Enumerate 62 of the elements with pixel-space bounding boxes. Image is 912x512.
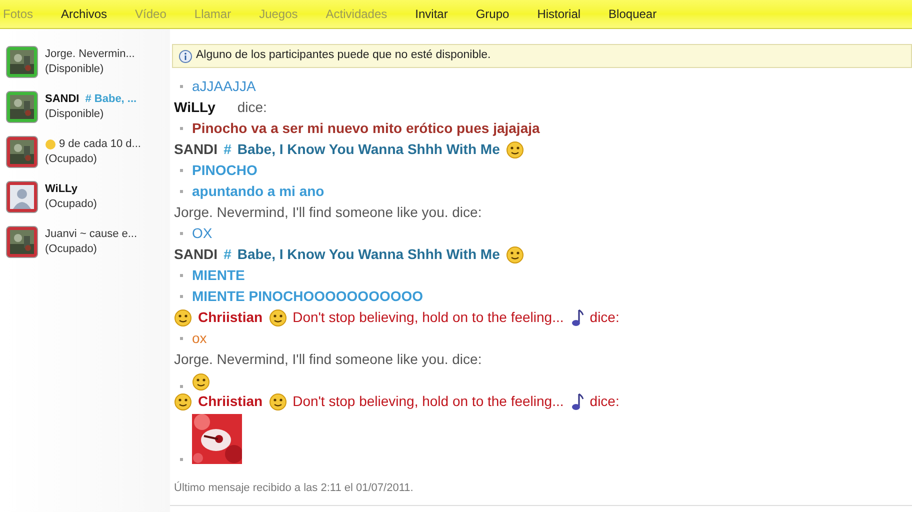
contact-status: (Ocupado) [45, 152, 98, 167]
emoticon-icon [268, 392, 287, 410]
bullet-icon [180, 85, 183, 88]
sender-text: Chriistian [198, 308, 263, 327]
sender-text: WiLLy [174, 98, 216, 117]
info-icon [179, 50, 192, 62]
menu-item[interactable]: Historial [523, 5, 595, 23]
bullet-icon [180, 274, 183, 277]
sender-text: Babe, I Know You Wanna Shhh With Me [237, 140, 500, 159]
contact-name: 9 de cada 10 d... [59, 137, 141, 152]
sender-text: Jorge. Nevermind, I'll find someone like you. dice: [174, 203, 482, 222]
music-note-icon [570, 392, 584, 410]
menu-item[interactable]: Invitar [401, 5, 462, 23]
bullet-icon [180, 458, 183, 461]
emoticon-icon [174, 308, 192, 326]
sender-text: Don't stop believing, hold on to the feeling... [292, 392, 564, 411]
contact-name: SANDI [45, 92, 80, 107]
sender-text: Don't stop believing, hold on to the feeling... [292, 308, 564, 327]
chat-message: MIENTE [192, 266, 245, 285]
contact-name: Jorge. Nevermin... [45, 47, 135, 62]
sender-text: dice: [237, 98, 267, 117]
contact-status: (Ocupado) [45, 242, 98, 257]
sender-text: dice: [590, 392, 620, 411]
contact-status: (Ocupado) [45, 197, 97, 212]
chat-message: OX [192, 224, 212, 243]
sender-text: SANDI [174, 245, 218, 264]
bullet-icon [180, 190, 183, 193]
sender-text: # [224, 245, 232, 264]
chat-message: PINOCHO [192, 161, 258, 180]
chat-message: apuntando a mi ano [192, 182, 324, 201]
sender-text: Babe, I Know You Wanna Shhh With Me [237, 245, 500, 264]
bullet-icon [180, 232, 183, 235]
sender-text: # [224, 140, 232, 159]
bullet-icon [180, 385, 183, 388]
emoticon-icon [506, 140, 524, 158]
sender-text: Jorge. Nevermind, I'll find someone like you. dice: [174, 350, 482, 369]
sender-text: dice: [590, 308, 620, 327]
emoticon-icon [174, 392, 192, 410]
music-note-icon [570, 308, 584, 326]
emoticon-icon [268, 308, 287, 326]
contact-name: WiLLy [45, 182, 78, 197]
menu-item[interactable]: Grupo [462, 5, 524, 23]
banner-text: Alguno de los participantes puede que no esté disponible. [196, 48, 491, 64]
bullet-icon [180, 295, 183, 298]
contact-status: (Disponible) [45, 107, 105, 122]
emoticon-icon [506, 246, 524, 264]
menu-item[interactable]: Archivos [47, 5, 122, 23]
sender-text: Chriistian [198, 392, 263, 411]
bullet-icon [180, 169, 183, 172]
chat-message: MIENTE PINOCHOOOOOOOOOOO [192, 287, 424, 306]
chat-message: aJJAAJJA [192, 77, 256, 96]
bullet-icon [180, 337, 183, 340]
bullet-icon [180, 127, 183, 130]
contact-name: Juanvi ~ cause e... [45, 227, 138, 242]
sender-text: SANDI [174, 140, 218, 159]
contact-tag: # Babe, ... [85, 92, 137, 107]
menu-item[interactable]: Bloquear [594, 5, 671, 23]
chat-message: Pinocho va a ser mi nuevo mito erótico pues jajajaja [192, 119, 540, 138]
chat-message: ox [192, 329, 207, 348]
contact-status: (Disponible) [45, 62, 105, 77]
last-message-note: Último mensaje recibido a las 2:11 el 01/07/2011. [174, 482, 414, 494]
emoticon-icon [192, 373, 210, 391]
